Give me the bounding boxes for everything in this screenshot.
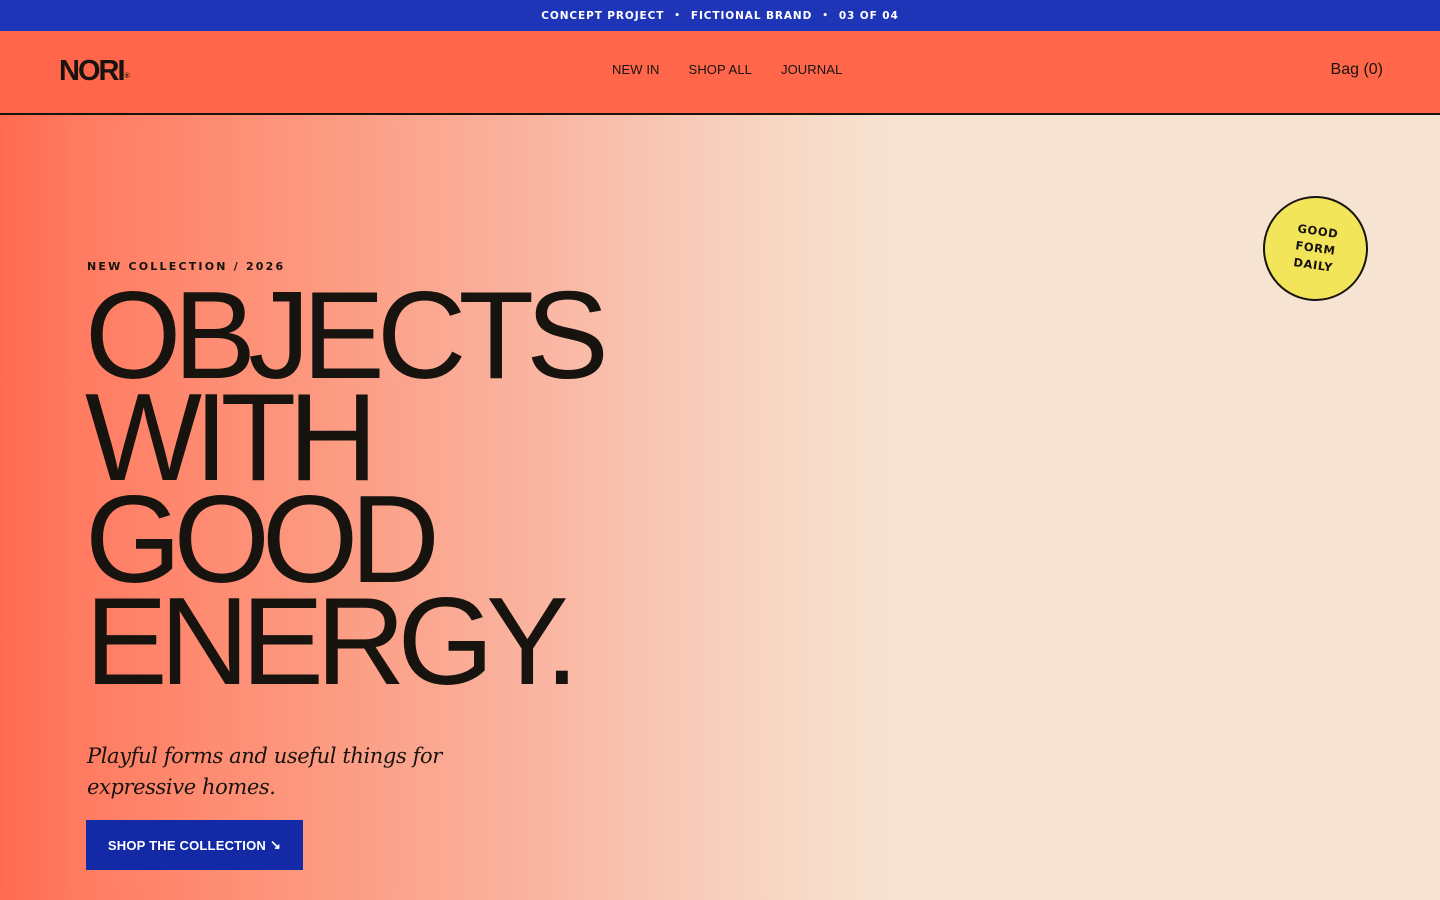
bag-link[interactable]: Bag (0) xyxy=(1331,62,1383,78)
shop-collection-button[interactable]: SHOP THE COLLECTION ↘ xyxy=(86,820,303,870)
site-header: NORI® NEW IN SHOP ALL JOURNAL Bag (0) xyxy=(0,31,1440,115)
cta-label: SHOP THE COLLECTION xyxy=(107,837,267,853)
arrow-down-right-icon: ↘ xyxy=(270,837,282,852)
announcement-separator: • xyxy=(674,10,681,21)
sticker-text: GOOD FORM DAILY xyxy=(1292,220,1340,276)
hero-section: NEW COLLECTION / 2026 OBJECTS WITH GOOD … xyxy=(0,115,1440,900)
headline-line: ENERGY. xyxy=(85,573,579,711)
announcement-item-count: 03 OF 04 xyxy=(838,9,899,22)
announcement-separator: • xyxy=(822,10,829,21)
registered-mark: ® xyxy=(124,73,130,80)
hero-headline: OBJECTS WITH GOOD ENERGY. xyxy=(85,274,609,711)
announcement-item-brand: FICTIONAL BRAND xyxy=(690,9,813,22)
hero-subcopy: Playful forms and useful things for expr… xyxy=(87,744,442,799)
main-nav: NEW IN SHOP ALL JOURNAL xyxy=(612,63,842,76)
logo[interactable]: NORI® xyxy=(59,57,130,86)
nav-link-journal[interactable]: JOURNAL xyxy=(781,63,842,76)
nav-link-new-in[interactable]: NEW IN xyxy=(612,63,660,76)
nav-link-shop-all[interactable]: SHOP ALL xyxy=(689,63,752,76)
good-form-sticker: GOOD FORM DAILY xyxy=(1256,189,1375,308)
announcement-item-concept: CONCEPT PROJECT xyxy=(541,9,665,22)
logo-text: NORI xyxy=(59,55,125,87)
announcement-bar: CONCEPT PROJECT • FICTIONAL BRAND • 03 O… xyxy=(0,0,1440,31)
